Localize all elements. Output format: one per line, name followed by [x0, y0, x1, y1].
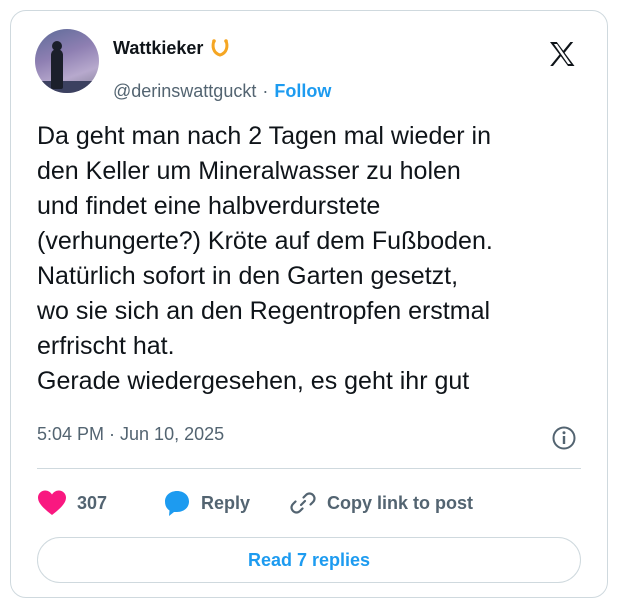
x-logo-icon[interactable]: [547, 39, 577, 69]
like-count: 307: [77, 492, 108, 513]
tweet-text: Da geht man nach 2 Tagen mal wieder in d…: [37, 122, 493, 395]
reply-label: Reply: [201, 492, 251, 513]
read-replies-label: Read 7 replies: [247, 549, 371, 570]
heart-icon: [38, 490, 66, 515]
reply-bubble-icon: [165, 491, 189, 516]
avatar[interactable]: [35, 29, 99, 93]
like-button[interactable]: 307: [37, 489, 107, 517]
copy-link-label: Copy link to post: [327, 492, 473, 513]
tweet-card: Wattkieker @derinswattguckt · Follow Da …: [10, 10, 608, 598]
link-icon: [290, 492, 316, 514]
read-replies-button[interactable]: Read 7 replies: [37, 537, 581, 583]
separator-dot: ·: [262, 81, 269, 101]
action-bar: 307 Reply Copy link to post: [37, 489, 581, 523]
divider: [37, 468, 581, 469]
follow-button[interactable]: Follow: [274, 81, 331, 102]
horseshoe-icon: [209, 37, 231, 59]
copy-link-button[interactable]: Copy link to post: [289, 489, 473, 517]
author-name-row: Wattkieker: [113, 37, 231, 59]
info-icon[interactable]: [551, 425, 577, 451]
author-display-name[interactable]: Wattkieker: [113, 38, 203, 59]
tweet-timestamp[interactable]: 5:04 PM · Jun 10, 2025: [37, 424, 224, 445]
author-handle[interactable]: @derinswattguckt: [113, 81, 256, 102]
author-handle-row: @derinswattguckt · Follow: [113, 81, 331, 102]
reply-button[interactable]: Reply: [163, 489, 250, 517]
